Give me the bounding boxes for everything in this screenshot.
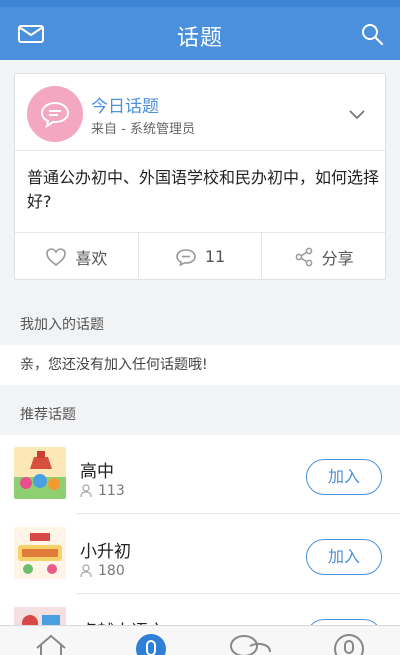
today-topic-card[interactable]: 今日话题 来自 - 系统管理员 普通公办初中、外国语学校和民办初中，如何选择好?… bbox=[14, 73, 386, 280]
like-label: 喜欢 bbox=[75, 248, 108, 268]
chevron-down-icon[interactable] bbox=[349, 110, 365, 120]
status-bar bbox=[0, 0, 400, 7]
comment-count: 11 bbox=[204, 247, 226, 266]
top-navbar: 话题 bbox=[0, 7, 400, 60]
chat-bubble-icon bbox=[40, 101, 70, 128]
page-title: 话题 bbox=[176, 26, 223, 51]
comment-button[interactable]: 11 bbox=[139, 233, 263, 280]
member-count-value: 113 bbox=[98, 483, 125, 499]
joined-topics-heading: 我加入的话题 bbox=[20, 317, 104, 333]
member-count: 113 bbox=[80, 483, 125, 499]
comment-icon bbox=[176, 248, 196, 266]
home-icon[interactable] bbox=[34, 632, 68, 655]
member-count: 180 bbox=[80, 563, 125, 579]
divider bbox=[76, 513, 400, 514]
profile-icon[interactable] bbox=[332, 632, 366, 655]
topic-name: 小升初 bbox=[80, 542, 131, 562]
joined-empty-message: 亲，您还没有加入任何话题哦! bbox=[0, 345, 400, 385]
topic-thumbnail bbox=[14, 607, 66, 625]
join-button[interactable]: 加入 bbox=[306, 539, 382, 575]
list-item[interactable]: 卓越大语文 加入 bbox=[0, 595, 400, 625]
list-item[interactable]: 高中 113 加入 bbox=[0, 435, 400, 517]
topic-name: 高中 bbox=[80, 462, 114, 482]
share-button[interactable]: 分享 bbox=[262, 233, 385, 280]
topic-title: 今日话题 bbox=[91, 97, 159, 117]
topic-name: 卓越大语文 bbox=[80, 617, 165, 625]
search-icon[interactable] bbox=[360, 22, 384, 46]
share-icon bbox=[295, 247, 313, 266]
list-item[interactable]: 小升初 180 加入 bbox=[0, 515, 400, 597]
divider bbox=[76, 593, 400, 594]
topic-action-bar: 喜欢 11 分享 bbox=[15, 232, 385, 280]
heart-icon bbox=[46, 247, 67, 266]
person-icon bbox=[80, 484, 92, 498]
member-count-value: 180 bbox=[98, 563, 125, 579]
person-icon bbox=[80, 564, 92, 578]
divider bbox=[15, 150, 385, 151]
recommended-topics-heading: 推荐话题 bbox=[20, 407, 76, 423]
recommended-list: 高中 113 加入 小升初 180 加入 bbox=[0, 435, 400, 625]
share-label: 分享 bbox=[321, 248, 354, 268]
topic-question[interactable]: 普通公办初中、外国语学校和民办初中，如何选择好? bbox=[27, 166, 379, 214]
topic-thumbnail bbox=[14, 527, 66, 579]
topic-icon[interactable] bbox=[134, 632, 168, 655]
topic-thumbnail bbox=[14, 447, 66, 499]
chat-icon[interactable] bbox=[228, 632, 272, 655]
topic-source: 来自 - 系统管理员 bbox=[91, 122, 195, 137]
like-button[interactable]: 喜欢 bbox=[15, 233, 139, 280]
bottom-tab-bar bbox=[0, 625, 400, 655]
topic-avatar bbox=[27, 86, 83, 142]
join-button[interactable]: 加入 bbox=[306, 459, 382, 495]
